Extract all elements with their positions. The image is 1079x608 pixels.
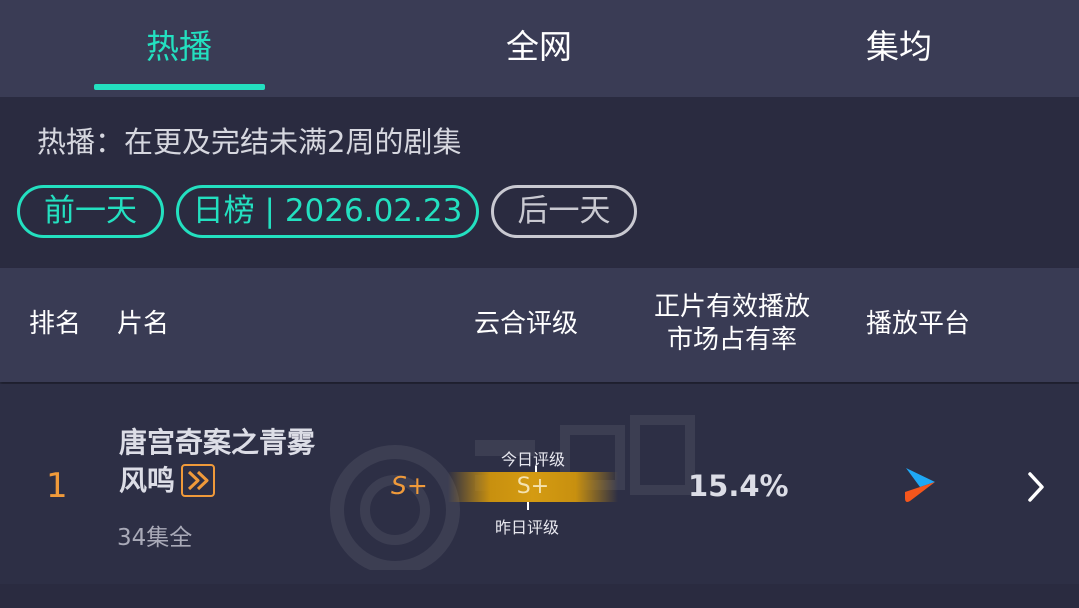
fast-forward-icon[interactable] (181, 464, 215, 497)
top-tab-bar: 热播 全网 集均 (0, 0, 1079, 97)
header-share-line2: 市场占有率 (666, 325, 797, 355)
header-grade: 云合评级 (474, 309, 579, 339)
header-share-line1: 正片有效播放 (653, 292, 810, 322)
drama-title-line1: 唐宫奇案之青雾 (119, 426, 316, 459)
date-selector-button[interactable]: 日榜 | 2026.02.23 (176, 185, 479, 238)
today-grade-label: 今日评级 (501, 450, 566, 469)
header-title: 片名 (117, 309, 170, 339)
youku-icon[interactable] (902, 465, 938, 505)
header-share: 正片有效播放 市场占有率 (651, 291, 813, 357)
grade-bar-value: S+ (516, 474, 550, 499)
header-platform: 播放平台 (866, 309, 971, 339)
market-share-value: 15.4% (688, 469, 789, 503)
bottom-strip (0, 584, 1079, 608)
tab-hot[interactable]: 热播 (59, 0, 299, 97)
previous-day-button[interactable]: 前一天 (17, 185, 164, 238)
table-header: 排名 片名 云合评级 正片有效播放 市场占有率 播放平台 (0, 268, 1079, 382)
category-description: 热播：在更及完结未满2周的剧集 (37, 125, 462, 159)
drama-title-line2: 风鸣 (119, 464, 176, 497)
episode-count: 34集全 (117, 525, 193, 551)
chevron-right-icon[interactable] (1022, 470, 1050, 504)
yesterday-grade-label: 昨日评级 (495, 518, 560, 537)
drama-title[interactable]: 唐宫奇案之青雾 风鸣 (119, 424, 315, 500)
yesterday-grade-marker (527, 502, 529, 510)
tab-all-network[interactable]: 全网 (419, 0, 659, 97)
header-rank: 排名 (29, 309, 82, 339)
next-day-button[interactable]: 后一天 (491, 185, 637, 238)
active-tab-indicator (94, 84, 265, 90)
tab-episode-average[interactable]: 集均 (779, 0, 1019, 97)
rank-number: 1 (46, 466, 68, 506)
grade-value: S+ (391, 471, 428, 500)
